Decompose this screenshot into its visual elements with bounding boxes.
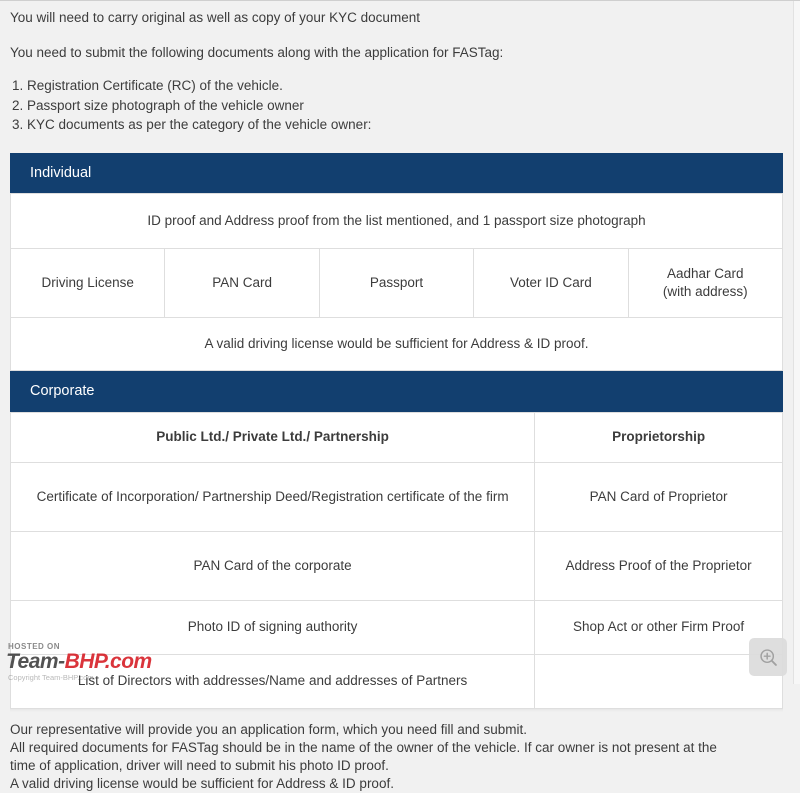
page-root: You will need to carry original as well … xyxy=(0,0,800,791)
zoom-in-icon xyxy=(759,648,777,666)
corporate-table: Public Ltd./ Private Ltd./ Partnership P… xyxy=(9,411,783,709)
document-content: You will need to carry original as well … xyxy=(0,1,793,793)
corporate-row-2-left: PAN Card of the corporate xyxy=(9,530,536,601)
corporate-column-header-left: Public Ltd./ Private Ltd./ Partnership xyxy=(9,411,536,463)
id-option-pan-card: PAN Card xyxy=(164,248,320,318)
list-item-label: Registration Certificate (RC) of the veh… xyxy=(27,78,283,93)
list-item-label: Passport size photograph of the vehicle … xyxy=(27,97,304,113)
individual-table-block: Individual ID proof and Address proof fr… xyxy=(9,152,784,371)
individual-table-header: Individual xyxy=(10,152,783,193)
list-item: 1. Registration Certificate (RC) of the … xyxy=(10,76,783,96)
footer-section: Our representative will provide you an a… xyxy=(0,712,793,793)
corporate-row-2-right: Address Proof of the Proprietor xyxy=(534,530,783,601)
required-documents-list: 1. Registration Certificate (RC) of the … xyxy=(10,61,783,135)
intro-line-2: You need to submit the following documen… xyxy=(10,45,504,60)
id-option-voter-id-card: Voter ID Card xyxy=(473,248,629,318)
list-item: 2. Passport size photograph of the vehic… xyxy=(10,96,783,116)
list-item-number: 1. xyxy=(12,78,24,93)
list-item: 3. KYC documents as per the category of … xyxy=(10,115,783,135)
table-row: PAN Card of the corporate Address Proof … xyxy=(9,530,783,601)
footer-line-4: A valid driving license would be suffici… xyxy=(10,775,394,791)
footer-line-2: All required documents for FASTag should… xyxy=(10,739,717,755)
corporate-table-block: Corporate Public Ltd./ Private Ltd./ Par… xyxy=(9,371,783,709)
list-item-number: 2. xyxy=(12,97,24,113)
table-row: Photo ID of signing authority Shop Act o… xyxy=(9,599,783,655)
id-option-driving-license: Driving License xyxy=(9,248,166,318)
id-option-aadhar-card: Aadhar Card (with address) xyxy=(627,248,784,318)
table-header-row: Public Ltd./ Private Ltd./ Partnership P… xyxy=(9,411,783,463)
table-row: Certificate of Incorporation/ Partnershi… xyxy=(9,461,783,532)
corporate-row-4-right xyxy=(534,653,783,709)
aadhar-card-line-2: (with address) xyxy=(662,284,748,299)
table-row: ID proof and Address proof from the list… xyxy=(10,193,783,249)
table-row: List of Directors with addresses/Name an… xyxy=(9,653,783,709)
corporate-column-header-right: Proprietorship xyxy=(534,411,783,463)
list-item-label: KYC documents as per the category of the… xyxy=(27,117,372,132)
corporate-row-3-right: Shop Act or other Firm Proof xyxy=(534,599,783,655)
intro-line-1: You will need to carry original as well … xyxy=(10,10,420,25)
table-row: Driving License PAN Card Passport Voter … xyxy=(9,248,784,318)
footer-line-3: time of application, driver will need to… xyxy=(10,757,389,773)
individual-table: ID proof and Address proof from the list… xyxy=(9,193,784,371)
intro-section: You will need to carry original as well … xyxy=(0,1,793,135)
corporate-row-1-left: Certificate of Incorporation/ Partnershi… xyxy=(9,461,536,532)
aadhar-card-line-1: Aadhar Card xyxy=(667,266,744,281)
corporate-table-header: Corporate xyxy=(10,371,783,412)
individual-top-note: ID proof and Address proof from the list… xyxy=(10,193,783,249)
page-right-gutter xyxy=(793,1,800,684)
corporate-row-4-left: List of Directors with addresses/Name an… xyxy=(9,653,536,709)
corporate-row-3-left: Photo ID of signing authority xyxy=(9,599,536,655)
corporate-row-1-right: PAN Card of Proprietor xyxy=(534,461,783,532)
list-item-number: 3. xyxy=(12,117,24,132)
individual-bottom-note: A valid driving license would be suffici… xyxy=(10,317,783,371)
id-option-passport: Passport xyxy=(318,248,475,318)
footer-line-1: Our representative will provide you an a… xyxy=(10,721,528,737)
table-row: A valid driving license would be suffici… xyxy=(10,317,783,371)
zoom-in-button[interactable] xyxy=(749,638,787,676)
